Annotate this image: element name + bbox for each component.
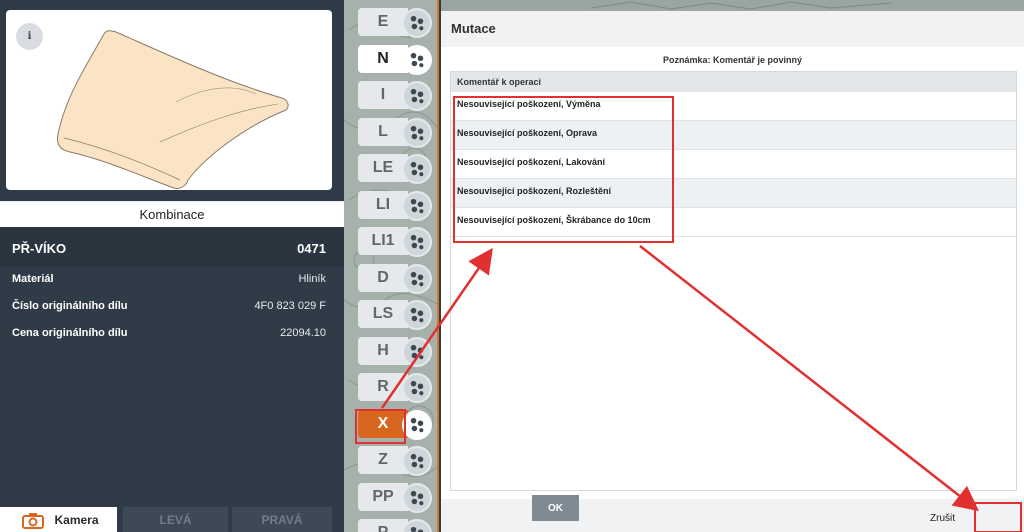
- operation-button[interactable]: L: [358, 117, 408, 146]
- settings-dots-icon[interactable]: [402, 81, 432, 111]
- operation-button[interactable]: E: [358, 8, 408, 36]
- table-row[interactable]: Nesouvisející poškození, Výměna: [451, 92, 1016, 121]
- column-header: Komentář k operaci: [451, 72, 1016, 92]
- combination-tab[interactable]: Kombinace: [0, 201, 344, 227]
- property-value: 4F0 823 029 F: [254, 300, 326, 312]
- mutation-dialog: Mutace Poznámka: Komentář je povinný Kom…: [441, 11, 1024, 532]
- app-root: i Kombinace PŘ-VÍKO 0471 Materiál Hliník…: [0, 0, 1024, 532]
- operation-button[interactable]: I: [358, 81, 408, 109]
- operation-e[interactable]: E: [358, 8, 437, 38]
- info-icon[interactable]: i: [16, 23, 43, 50]
- camera-tab-label: Kamera: [54, 512, 99, 527]
- operation-z[interactable]: Z: [358, 446, 437, 476]
- operation-button[interactable]: D: [358, 263, 408, 292]
- operation-button[interactable]: LS: [358, 300, 408, 328]
- operation-button[interactable]: X: [358, 409, 408, 438]
- part-preview: i: [6, 10, 332, 190]
- settings-dots-icon[interactable]: [402, 300, 432, 330]
- operation-li1[interactable]: LI1: [358, 227, 437, 257]
- part-name: PŘ-VÍKO: [12, 241, 67, 256]
- operation-button[interactable]: LE: [358, 154, 408, 182]
- operation-r[interactable]: R: [358, 373, 437, 403]
- comment-required-note: Poznámka: Komentář je povinný: [662, 55, 803, 65]
- part-code: 0471: [297, 241, 326, 256]
- table-row[interactable]: Nesouvisející poškození, Oprava: [451, 121, 1016, 150]
- settings-dots-icon[interactable]: [402, 8, 432, 38]
- dialog-body: Poznámka: Komentář je povinný Komentář k…: [441, 47, 1024, 499]
- ok-button[interactable]: OK: [532, 495, 579, 521]
- dialog-title: Mutace: [451, 21, 496, 36]
- settings-dots-icon[interactable]: [402, 519, 432, 532]
- property-key: Číslo originálního dílu: [12, 300, 128, 312]
- operation-li[interactable]: LI: [358, 190, 437, 221]
- operation-button[interactable]: LI: [358, 190, 408, 219]
- settings-dots-icon[interactable]: [402, 373, 432, 403]
- operation-button[interactable]: Z: [358, 446, 408, 474]
- settings-dots-icon[interactable]: [402, 227, 432, 257]
- operation-h[interactable]: H: [358, 336, 437, 367]
- operation-button[interactable]: PP: [358, 482, 408, 511]
- settings-dots-icon[interactable]: [402, 263, 432, 294]
- settings-dots-icon[interactable]: [402, 409, 432, 440]
- cancel-button[interactable]: Zrušit: [930, 513, 955, 524]
- operation-button[interactable]: P: [358, 519, 408, 532]
- operation-pp[interactable]: PP: [358, 482, 437, 513]
- table-row[interactable]: Nesouvisející poškození, Rozleštění: [451, 179, 1016, 208]
- operation-le[interactable]: LE: [358, 154, 437, 184]
- settings-dots-icon[interactable]: [402, 44, 432, 75]
- view-tabs: Kamera LEVÁ PRAVÁ: [0, 507, 344, 532]
- operation-p[interactable]: P: [358, 519, 437, 532]
- operation-button[interactable]: H: [358, 336, 408, 365]
- property-value: 22094.10: [280, 327, 326, 339]
- operation-n[interactable]: N: [358, 44, 437, 75]
- settings-dots-icon[interactable]: [402, 117, 432, 148]
- operation-l[interactable]: L: [358, 117, 437, 148]
- settings-dots-icon[interactable]: [402, 446, 432, 476]
- part-detail-panel: i Kombinace PŘ-VÍKO 0471 Materiál Hliník…: [0, 0, 344, 532]
- operation-button[interactable]: LI1: [358, 227, 408, 255]
- property-value: Hliník: [298, 273, 326, 285]
- settings-dots-icon[interactable]: [402, 154, 432, 184]
- property-row-material: Materiál Hliník: [12, 273, 326, 289]
- operation-ls[interactable]: LS: [358, 300, 437, 330]
- dialog-footer: Zrušit: [441, 499, 1024, 532]
- property-key: Cena originálního dílu: [12, 327, 128, 339]
- operations-strip: ENILLELILI1DLSHRXZPPP: [344, 0, 439, 532]
- operation-i[interactable]: I: [358, 81, 437, 111]
- settings-dots-icon[interactable]: [402, 336, 432, 367]
- property-row-part-number: Číslo originálního dílu 4F0 823 029 F: [12, 300, 326, 316]
- operation-button[interactable]: N: [358, 44, 408, 73]
- operation-d[interactable]: D: [358, 263, 437, 294]
- left-side-tab[interactable]: LEVÁ: [123, 507, 228, 532]
- operation-button[interactable]: R: [358, 373, 408, 401]
- camera-icon: [22, 513, 44, 529]
- table-row[interactable]: Nesouvisející poškození, Lakování: [451, 150, 1016, 179]
- settings-dots-icon[interactable]: [402, 482, 432, 513]
- table-row[interactable]: Nesouvisející poškození, Škrábance do 10…: [451, 208, 1016, 237]
- comment-table: Komentář k operaci Nesouvisející poškoze…: [450, 71, 1017, 491]
- operation-x[interactable]: X: [358, 409, 437, 440]
- camera-tab[interactable]: Kamera: [0, 507, 117, 532]
- property-key: Materiál: [12, 273, 54, 285]
- right-side-tab[interactable]: PRAVÁ: [232, 507, 332, 532]
- hood-image: [57, 30, 289, 189]
- settings-dots-icon[interactable]: [402, 190, 432, 221]
- property-row-part-price: Cena originálního dílu 22094.10: [12, 327, 326, 343]
- backdrop-pattern: [591, 1, 891, 10]
